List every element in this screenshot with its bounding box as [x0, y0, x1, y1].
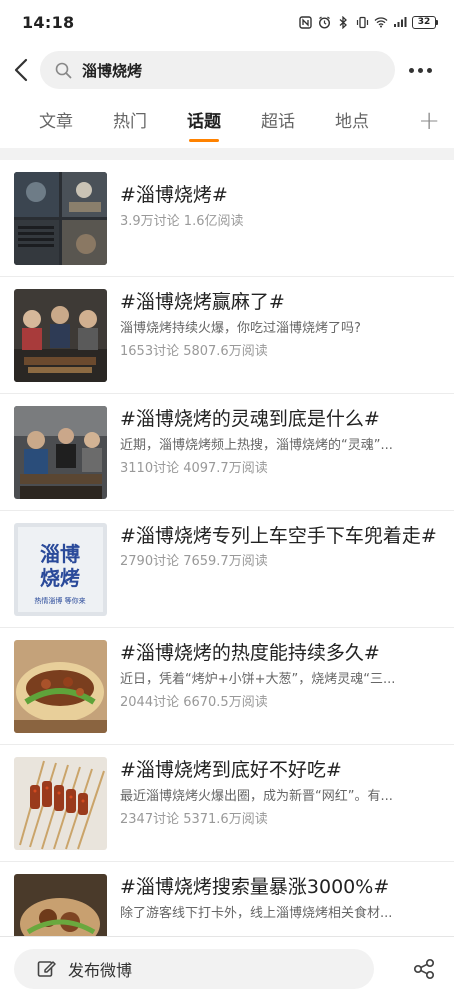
back-arrow-icon — [14, 58, 28, 82]
signal-icon — [393, 16, 407, 28]
topic-title: #淄博烧烤专列上车空手下车兜着走# — [120, 525, 437, 547]
topic-title: #淄博烧烤到底好不好吃# — [120, 759, 342, 781]
search-icon — [54, 61, 72, 79]
topic-stats: 3.9万讨论 1.6亿阅读 — [120, 214, 244, 229]
vibrate-icon — [355, 16, 369, 28]
topic-title: #淄博烧烤赢麻了# — [120, 291, 285, 313]
topic-title: #淄博烧烤的热度能持续多久# — [120, 642, 380, 664]
topic-item[interactable]: #淄博烧烤到底好不好吃# 最近淄博烧烤火爆出圈，成为新晋“网红”。有... 23… — [0, 745, 454, 862]
topic-thumbnail — [14, 640, 107, 733]
tab-topics[interactable]: 话题 — [167, 96, 241, 148]
topic-thumbnail: 淄博 烧烤 热情淄博 等你来 — [14, 523, 107, 616]
topic-item[interactable]: #淄博烧烤的热度能持续多久# 近日，凭着“烤炉+小饼+大葱”，烧烤灵魂“三...… — [0, 628, 454, 745]
topic-item[interactable]: #淄博烧烤赢麻了# 淄博烧烤持续火爆，你吃过淄博烧烤了吗? 1653讨论 580… — [0, 277, 454, 394]
nfc-icon — [298, 15, 312, 29]
share-icon[interactable] — [412, 957, 436, 981]
status-time: 14:18 — [22, 12, 75, 32]
topic-stats: 2044讨论 6670.5万阅读 — [120, 695, 268, 710]
topic-description: 除了游客线下打卡外，线上淄博烧烤相关食材... — [120, 906, 393, 921]
topic-title: #淄博烧烤搜索量暴涨3000%# — [120, 876, 390, 898]
topic-title: #淄博烧烤的灵魂到底是什么# — [120, 408, 380, 430]
topic-stats: 2790讨论 7659.7万阅读 — [120, 554, 268, 569]
add-tab-button[interactable]: + — [418, 96, 440, 148]
topic-thumbnail — [14, 406, 107, 499]
topic-description: 最近淄博烧烤火爆出圈，成为新晋“网红”。有... — [120, 789, 393, 804]
more-options-button[interactable] — [409, 48, 432, 92]
search-header: 淄博烧烤 — [0, 44, 454, 96]
thumb-text-caption: 热情淄博 等你来 — [34, 596, 85, 605]
wifi-icon — [374, 16, 388, 28]
search-input[interactable]: 淄博烧烤 — [40, 51, 395, 89]
topic-stats: 2347讨论 5371.6万阅读 — [120, 812, 268, 827]
edit-icon — [36, 959, 56, 979]
topic-stats: 1653讨论 5807.6万阅读 — [120, 344, 268, 359]
status-bar: 14:18 32 — [0, 0, 454, 44]
compose-post-button[interactable]: 发布微博 — [14, 948, 374, 989]
bluetooth-icon — [336, 15, 350, 29]
bottom-bar: 发布微博 — [0, 936, 454, 1000]
topic-item[interactable]: #淄博烧烤的灵魂到底是什么# 近期，淄博烧烤频上热搜，淄博烧烤的“灵魂”... … — [0, 394, 454, 511]
topic-thumbnail — [14, 757, 107, 850]
topic-title: #淄博烧烤# — [120, 184, 228, 206]
alarm-icon — [317, 16, 331, 29]
topic-stats: 3110讨论 4097.7万阅读 — [120, 461, 268, 476]
battery-level: 32 — [412, 15, 436, 29]
thumb-text-line1: 淄博 — [40, 542, 80, 566]
battery-indicator: 32 — [412, 15, 438, 29]
status-icons: 32 — [298, 15, 438, 29]
search-query: 淄博烧烤 — [82, 61, 143, 80]
topic-thumbnail — [14, 172, 107, 265]
search-tabs: 文章 热门 话题 超话 地点 + — [0, 96, 454, 148]
topic-description: 淄博烧烤持续火爆，你吃过淄博烧烤了吗? — [120, 321, 361, 336]
tab-hot[interactable]: 热门 — [93, 96, 167, 148]
tab-articles[interactable]: 文章 — [19, 96, 93, 148]
topic-thumbnail — [14, 289, 107, 382]
topic-list: #淄博烧烤# 3.9万讨论 1.6亿阅读 #淄博烧烤赢麻了# 淄博烧烤持续火爆，… — [0, 160, 454, 979]
topic-item[interactable]: #淄博烧烤# 3.9万讨论 1.6亿阅读 — [0, 160, 454, 277]
compose-label: 发布微博 — [68, 960, 133, 980]
thumb-text-line2: 烧烤 — [40, 566, 80, 590]
tab-places[interactable]: 地点 — [315, 96, 389, 148]
back-button[interactable] — [2, 48, 40, 92]
topic-item[interactable]: 淄博 烧烤 热情淄博 等你来 #淄博烧烤专列上车空手下车兜着走# 2790讨论 … — [0, 511, 454, 628]
section-divider — [0, 148, 454, 160]
topic-description: 近期，淄博烧烤频上热搜，淄博烧烤的“灵魂”... — [120, 438, 393, 453]
topic-description: 近日，凭着“烤炉+小饼+大葱”，烧烤灵魂“三... — [120, 672, 396, 687]
tab-super-topics[interactable]: 超话 — [241, 96, 315, 148]
